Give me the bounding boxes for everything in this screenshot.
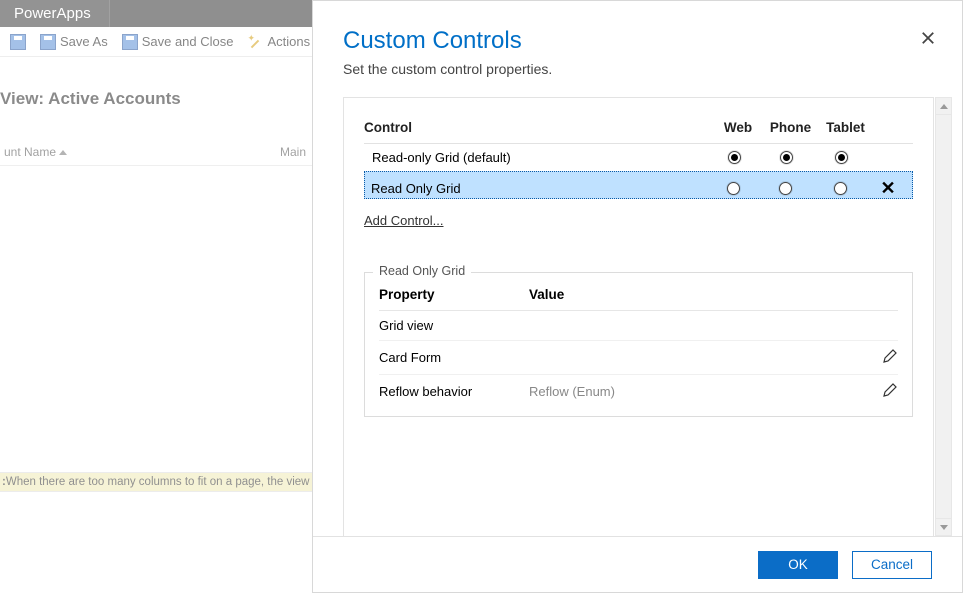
property-row-card-form: Card Form xyxy=(379,341,898,375)
properties-header: Property Value xyxy=(379,287,898,311)
dialog-header: Custom Controls Set the custom control p… xyxy=(313,1,962,97)
property-row-grid-view: Grid view xyxy=(379,311,898,341)
radio-tablet[interactable] xyxy=(835,151,848,164)
col-phone: Phone xyxy=(763,120,818,135)
radio-web[interactable] xyxy=(727,182,740,195)
controls-table: Control Web Phone Tablet Read-only Grid … xyxy=(364,120,913,199)
col-tablet: Tablet xyxy=(818,120,873,135)
control-name: Read Only Grid xyxy=(371,181,708,196)
radio-phone[interactable] xyxy=(779,182,792,195)
property-label: Reflow behavior xyxy=(379,384,529,399)
radio-phone[interactable] xyxy=(780,151,793,164)
property-label: Grid view xyxy=(379,318,529,333)
edit-property-button[interactable] xyxy=(868,382,898,401)
properties-fieldset: Read Only Grid Property Value Grid view … xyxy=(364,272,913,417)
control-row-readonlygrid[interactable]: Read Only Grid ✕ xyxy=(364,171,913,199)
property-row-reflow: Reflow behavior Reflow (Enum) xyxy=(379,375,898,408)
dialog-subtitle: Set the custom control properties. xyxy=(343,61,932,77)
dialog-title: Custom Controls xyxy=(343,27,932,55)
cancel-button[interactable]: Cancel xyxy=(852,551,932,579)
custom-controls-dialog: Custom Controls Set the custom control p… xyxy=(312,0,963,593)
col-value: Value xyxy=(529,287,868,302)
radio-tablet[interactable] xyxy=(834,182,847,195)
radio-web[interactable] xyxy=(728,151,741,164)
dialog-body-panel: Control Web Phone Tablet Read-only Grid … xyxy=(343,97,934,536)
add-control-link[interactable]: Add Control... xyxy=(364,213,913,228)
properties-legend: Read Only Grid xyxy=(373,264,471,278)
col-property: Property xyxy=(379,287,529,302)
property-label: Card Form xyxy=(379,350,529,365)
dialog-close-button[interactable] xyxy=(918,31,938,51)
scroll-down-button[interactable] xyxy=(936,518,951,535)
scroll-up-button[interactable] xyxy=(936,98,951,115)
remove-control-button[interactable]: ✕ xyxy=(868,178,908,199)
ok-button[interactable]: OK xyxy=(758,551,838,579)
dialog-body: Control Web Phone Tablet Read-only Grid … xyxy=(313,97,962,536)
pencil-icon xyxy=(882,348,898,364)
pencil-icon xyxy=(882,382,898,398)
dialog-scrollbar[interactable] xyxy=(935,97,952,536)
controls-table-header: Control Web Phone Tablet xyxy=(364,120,913,144)
col-control: Control xyxy=(364,120,713,135)
property-value: Reflow (Enum) xyxy=(529,384,868,399)
control-name: Read-only Grid (default) xyxy=(372,150,709,165)
col-web: Web xyxy=(713,120,763,135)
edit-property-button[interactable] xyxy=(868,348,898,367)
dialog-footer: OK Cancel xyxy=(313,536,962,592)
control-row-default[interactable]: Read-only Grid (default) xyxy=(364,144,913,171)
close-icon xyxy=(921,31,935,45)
